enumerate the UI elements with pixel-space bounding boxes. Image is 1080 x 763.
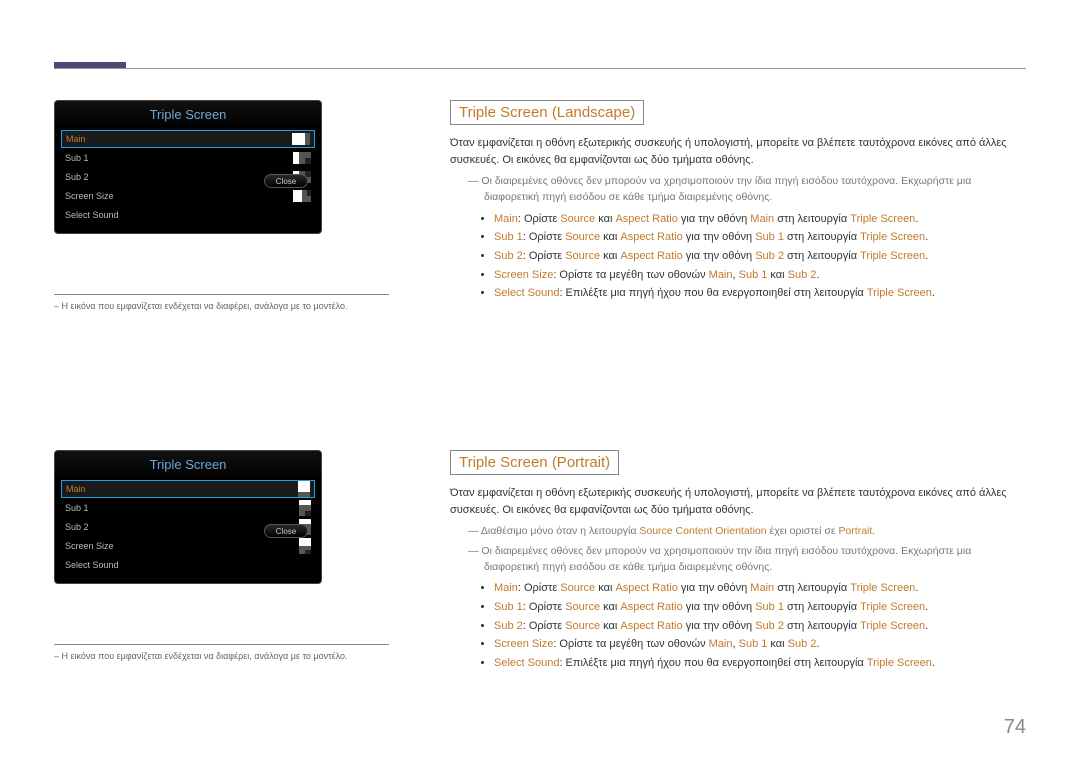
portrait-menu-area: Triple Screen Main Sub 1 Sub 2 Screen Si… (54, 450, 414, 661)
menu-item-sub1[interactable]: Sub 1 (61, 149, 315, 167)
layout-icon-main (292, 133, 310, 145)
menu-item-main[interactable]: Main (61, 480, 315, 498)
close-button[interactable]: Close (264, 174, 308, 188)
layout-icon-sub1 (293, 152, 311, 164)
menu-title: Triple Screen (55, 451, 321, 480)
menu-item-select-sound[interactable]: Select Sound (61, 556, 315, 574)
bullet-main: Main: Ορίστε Source και Aspect Ratio για… (494, 579, 1026, 598)
portrait-note-0: Διαθέσιμο μόνο όταν η λειτουργία Source … (450, 524, 1026, 540)
menu-item-select-sound[interactable]: Select Sound (61, 206, 315, 224)
portrait-note-1: Οι διαιρεμένες οθόνες δεν μπορούν να χρη… (450, 544, 1026, 576)
bullet-sub2: Sub 2: Ορίστε Source και Aspect Ratio γι… (494, 247, 1026, 266)
layout-icon-main (298, 481, 310, 497)
note-divider (54, 294, 389, 295)
triple-screen-menu-landscape: Triple Screen Main Sub 1 Sub 2 Screen Si… (54, 100, 322, 234)
section-title-portrait: Triple Screen (Portrait) (450, 450, 619, 475)
landscape-bullets: Main: Ορίστε Source και Aspect Ratio για… (450, 210, 1026, 303)
menu-item-screen-size[interactable]: Screen Size (61, 537, 315, 555)
layout-icon-sub1 (299, 500, 311, 516)
landscape-note-1: Οι διαιρεμένες οθόνες δεν μπορούν να χρη… (450, 174, 1026, 206)
bullet-size: Screen Size: Ορίστε τα μεγέθη των οθονών… (494, 266, 1026, 285)
bullet-sub2: Sub 2: Ορίστε Source και Aspect Ratio γι… (494, 617, 1026, 636)
landscape-menu-area: Triple Screen Main Sub 1 Sub 2 Screen Si… (54, 100, 414, 311)
landscape-description: Όταν εμφανίζεται η οθόνη εξωτερικής συσκ… (450, 135, 1026, 168)
image-disclaimer: – Η εικόνα που εμφανίζεται ενδέχεται να … (54, 301, 414, 311)
bullet-sound: Select Sound: Επιλέξτε μια πηγή ήχου που… (494, 284, 1026, 303)
menu-item-screen-size[interactable]: Screen Size (61, 187, 315, 205)
section-title-landscape: Triple Screen (Landscape) (450, 100, 644, 125)
menu-item-main[interactable]: Main (61, 130, 315, 148)
bullet-sub1: Sub 1: Ορίστε Source και Aspect Ratio γι… (494, 598, 1026, 617)
bullet-sound: Select Sound: Επιλέξτε μια πηγή ήχου που… (494, 654, 1026, 673)
bullet-sub1: Sub 1: Ορίστε Source και Aspect Ratio γι… (494, 228, 1026, 247)
bullet-size: Screen Size: Ορίστε τα μεγέθη των οθονών… (494, 635, 1026, 654)
bullet-main: Main: Ορίστε Source και Aspect Ratio για… (494, 210, 1026, 229)
close-button[interactable]: Close (264, 524, 308, 538)
landscape-text: Triple Screen (Landscape) Όταν εμφανίζετ… (450, 100, 1026, 303)
portrait-description: Όταν εμφανίζεται η οθόνη εξωτερικής συσκ… (450, 485, 1026, 518)
portrait-text: Triple Screen (Portrait) Όταν εμφανίζετα… (450, 450, 1026, 673)
portrait-bullets: Main: Ορίστε Source και Aspect Ratio για… (450, 579, 1026, 672)
layout-icon-size (293, 190, 311, 202)
image-disclaimer: – Η εικόνα που εμφανίζεται ενδέχεται να … (54, 651, 414, 661)
header-rule (54, 68, 1026, 69)
menu-item-sub1[interactable]: Sub 1 (61, 499, 315, 517)
page-number: 74 (1004, 716, 1026, 739)
note-divider (54, 644, 389, 645)
layout-icon-size (299, 538, 311, 554)
menu-title: Triple Screen (55, 101, 321, 130)
triple-screen-menu-portrait: Triple Screen Main Sub 1 Sub 2 Screen Si… (54, 450, 322, 584)
